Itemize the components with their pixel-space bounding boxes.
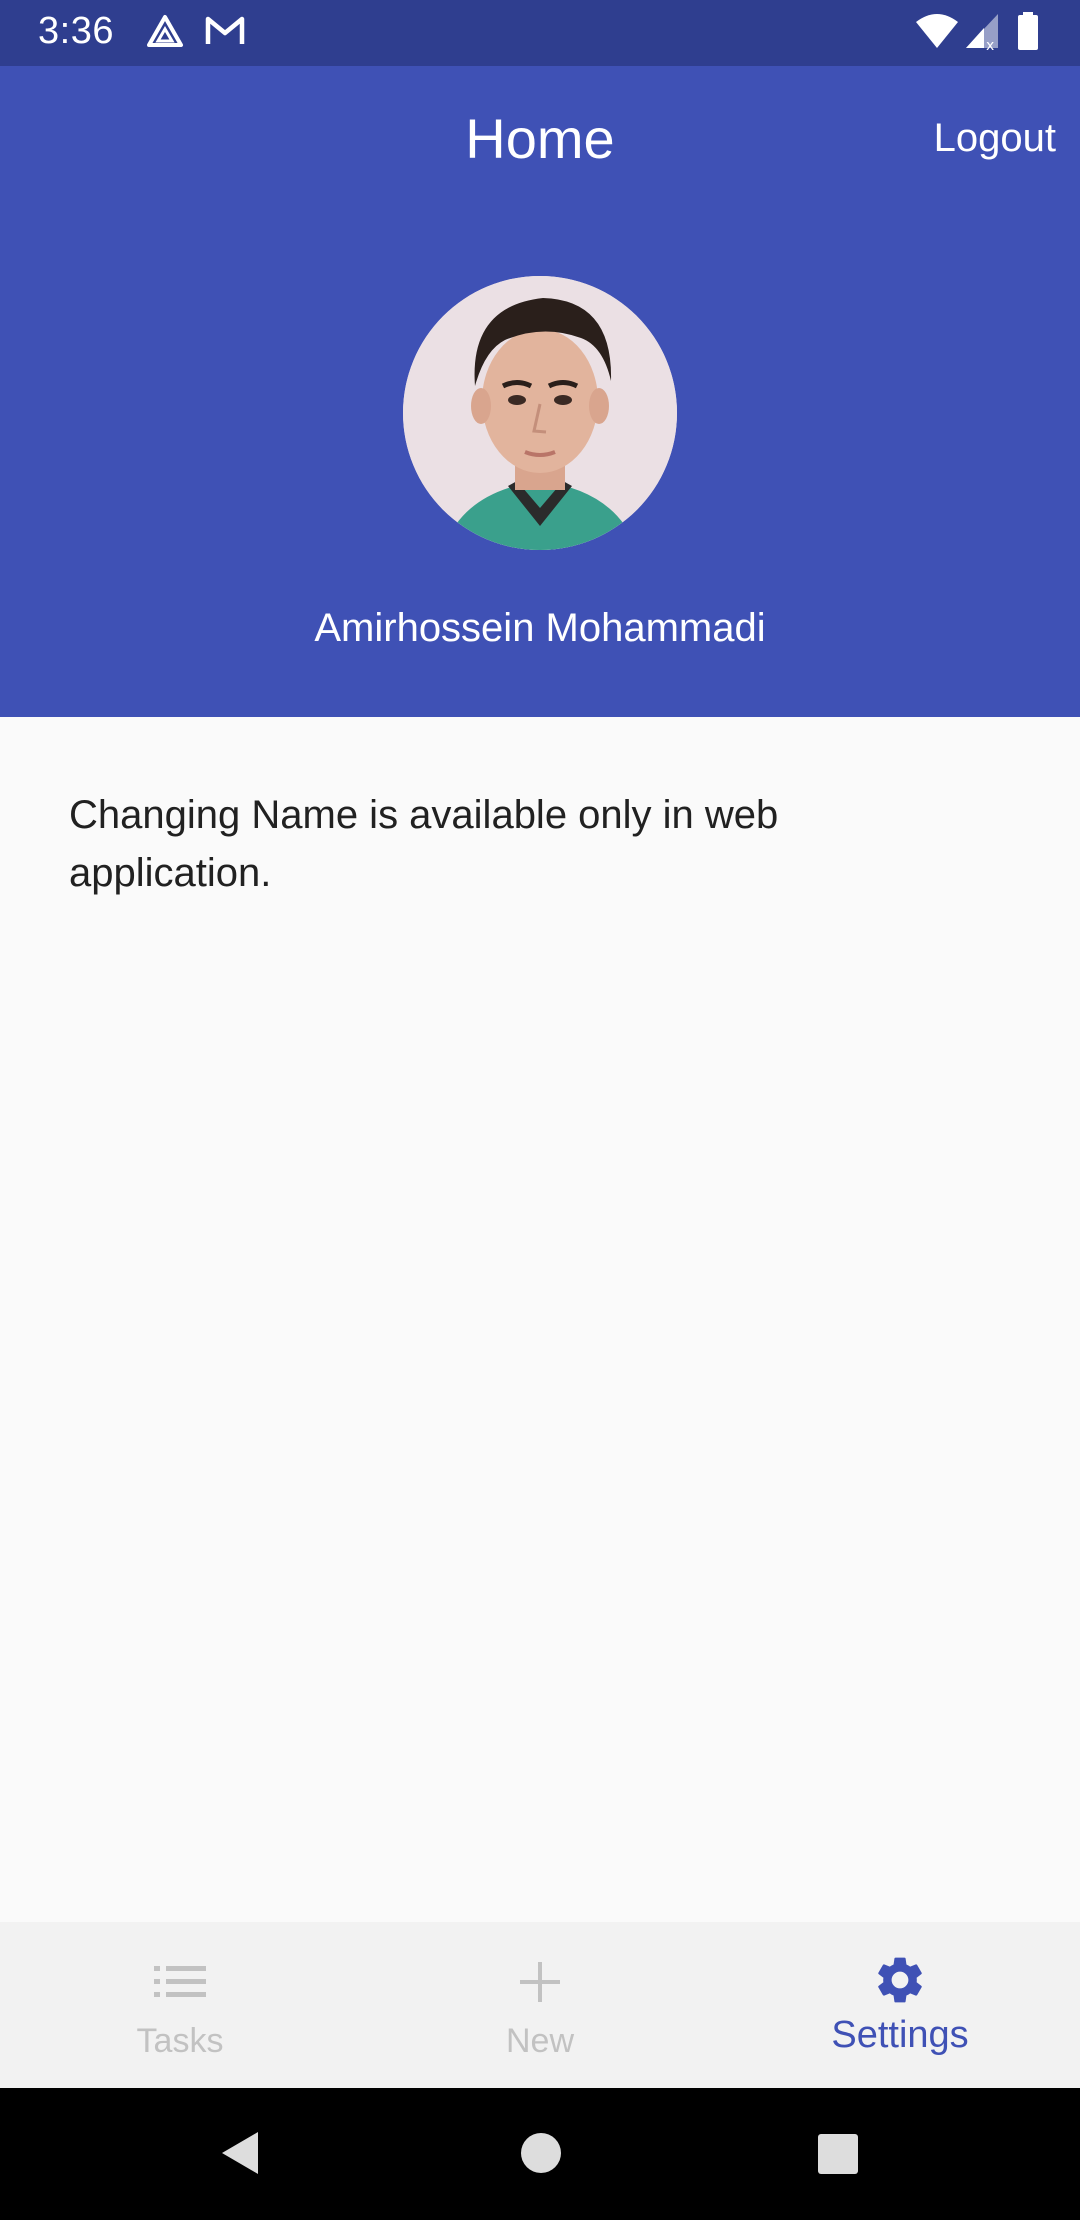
nav-item-new[interactable]: New xyxy=(360,1922,720,2088)
system-navigation-bar xyxy=(0,2088,1080,2220)
nav-item-tasks[interactable]: Tasks xyxy=(0,1922,360,2088)
battery-icon xyxy=(1016,12,1040,57)
status-bar: 3:36 x xyxy=(0,0,1080,66)
plus-icon xyxy=(518,1960,562,2009)
back-icon[interactable] xyxy=(218,2130,260,2181)
nav-label-new: New xyxy=(505,2022,575,2060)
bottom-navigation: Tasks New Settings xyxy=(0,1922,1080,2088)
logout-button[interactable]: Logout xyxy=(934,116,1056,161)
recents-icon[interactable] xyxy=(818,2134,858,2179)
nav-label-settings: Settings xyxy=(831,2014,969,2056)
nav-item-settings[interactable]: Settings xyxy=(720,1922,1080,2088)
user-name: Amirhossein Mohammadi xyxy=(314,606,766,650)
status-time: 3:36 xyxy=(38,10,114,52)
gmail-icon xyxy=(204,14,246,53)
wifi-icon xyxy=(914,12,960,57)
list-icon xyxy=(154,1964,206,2005)
svg-text:x: x xyxy=(986,38,994,52)
name-change-notice: Changing Name is available only in web a… xyxy=(69,793,779,895)
page-title: Home xyxy=(465,107,615,170)
avatar xyxy=(403,276,677,550)
profile-header: Home Logout Amirhossein Mohammadi xyxy=(0,66,1080,717)
drive-icon xyxy=(146,14,184,55)
signal-icon: x xyxy=(964,12,1000,57)
nav-label-tasks: Tasks xyxy=(136,2022,224,2060)
gear-icon xyxy=(872,1952,928,2013)
home-icon[interactable] xyxy=(520,2132,562,2179)
